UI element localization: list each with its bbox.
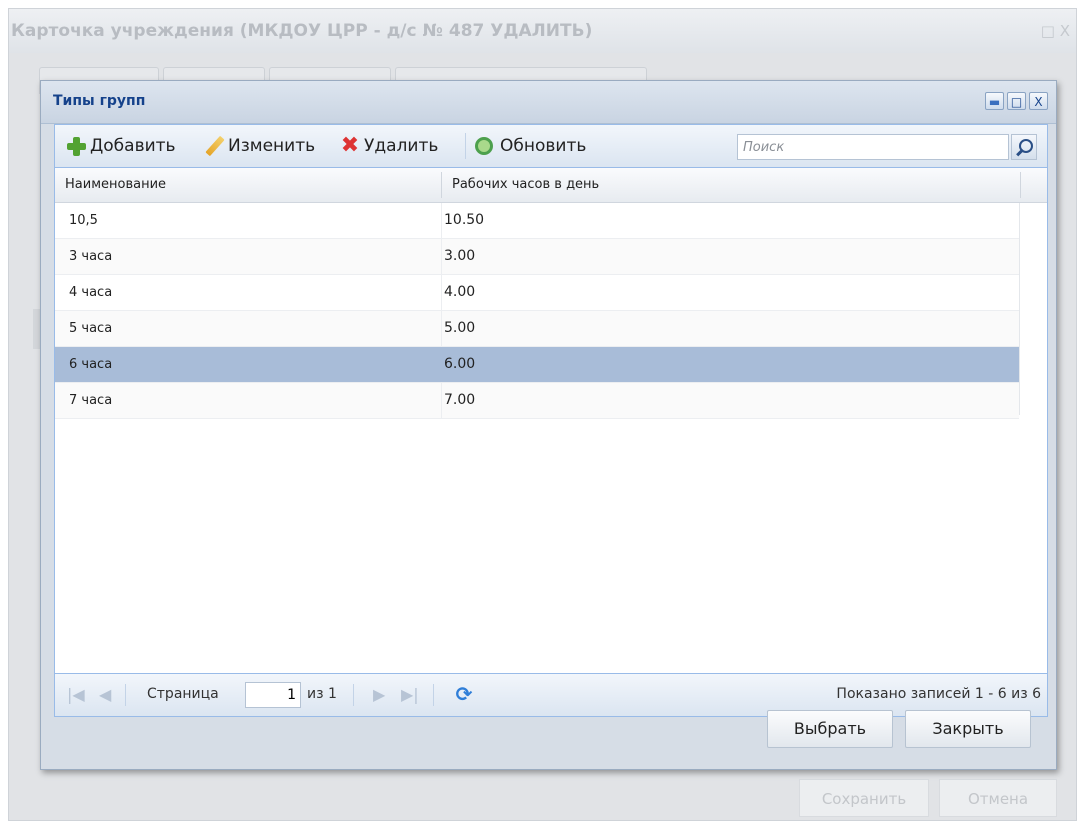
delete-icon: ✖ <box>340 133 360 158</box>
table-row[interactable]: 7 часа 7.00 <box>55 383 1019 419</box>
table-row[interactable]: 10,5 10.50 <box>55 203 1019 239</box>
edit-button-label: Изменить <box>228 136 316 156</box>
group-types-dialog: Типы групп ▬ □ X Добавить Изменить ✖ Уда… <box>40 80 1057 770</box>
cell-hours: 7.00 <box>444 392 476 408</box>
pager-separator <box>125 684 126 706</box>
page-label: Страница <box>147 686 219 702</box>
toolbar-separator <box>465 133 466 159</box>
table-row[interactable]: 5 часа 5.00 <box>55 311 1019 347</box>
pager-separator <box>433 684 434 706</box>
table-row[interactable]: 4 часа 4.00 <box>55 275 1019 311</box>
add-button-label: Добавить <box>90 136 176 156</box>
cell-hours: 4.00 <box>444 284 476 300</box>
refresh-button[interactable]: Обновить <box>475 134 586 158</box>
row-column-separator <box>441 239 442 274</box>
close-button[interactable]: Закрыть <box>905 710 1031 748</box>
cell-name: 4 часа <box>69 285 113 300</box>
grid-scrollbar-gutter <box>1019 203 1048 415</box>
cell-hours: 3.00 <box>444 248 476 264</box>
table-row-selected[interactable]: 6 часа 6.00 <box>55 347 1019 383</box>
close-icon[interactable]: X <box>1029 92 1048 110</box>
pencil-icon <box>203 135 225 157</box>
cell-name: 7 часа <box>69 393 113 408</box>
edit-button[interactable]: Изменить <box>203 134 315 158</box>
add-button[interactable]: Добавить <box>65 134 176 158</box>
cell-hours: 5.00 <box>444 320 476 336</box>
search-box <box>737 134 1009 160</box>
column-separator[interactable] <box>1020 172 1021 198</box>
grid-panel: Добавить Изменить ✖ Удалить Обновить Пои… <box>54 124 1048 717</box>
last-page-icon[interactable]: ▶| <box>401 685 419 704</box>
row-column-separator <box>441 203 442 238</box>
cell-name: 10,5 <box>69 213 98 228</box>
cancel-button[interactable]: Отмена <box>939 779 1057 817</box>
save-button[interactable]: Сохранить <box>799 779 929 817</box>
add-icon <box>65 135 87 157</box>
dialog-header[interactable]: Типы групп ▬ □ X <box>41 81 1056 124</box>
dialog-title: Типы групп <box>53 93 146 109</box>
grid-body: 10,5 10.50 3 часа 3.00 4 часа 4.00 5 час… <box>55 203 1019 419</box>
cell-hours: 6.00 <box>444 356 476 372</box>
grid-header: Наименование Рабочих часов в день <box>55 168 1047 203</box>
paging-toolbar: |◀ ◀ Страница из 1 ▶ ▶| ⟳ Показано запис… <box>55 673 1047 716</box>
cell-hours: 10.50 <box>444 212 485 228</box>
page-count-label: из 1 <box>307 686 337 702</box>
delete-button[interactable]: ✖ Удалить <box>339 133 439 158</box>
background-window-title: Карточка учреждения (МКДОУ ЦРР - д/с № 4… <box>9 9 1076 53</box>
reload-icon[interactable]: ⟳ <box>453 683 475 705</box>
cell-name: 5 часа <box>69 321 113 336</box>
cell-name: 6 часа <box>69 357 113 372</box>
cell-name: 3 часа <box>69 249 113 264</box>
page-number-input[interactable] <box>245 682 301 708</box>
records-info: Показано записей 1 - 6 из 6 <box>836 686 1041 702</box>
background-window-controls[interactable]: □ X <box>1041 9 1070 53</box>
row-column-separator <box>441 383 442 418</box>
row-column-separator <box>441 275 442 310</box>
delete-button-label: Удалить <box>364 136 439 156</box>
minimize-icon[interactable]: ▬ <box>985 92 1004 110</box>
refresh-button-label: Обновить <box>500 136 587 156</box>
background-window-title-text: Карточка учреждения (МКДОУ ЦРР - д/с № 4… <box>11 21 593 41</box>
dialog-window-controls: ▬ □ X <box>985 92 1048 110</box>
table-row[interactable]: 3 часа 3.00 <box>55 239 1019 275</box>
next-page-icon[interactable]: ▶ <box>373 685 385 704</box>
search-input[interactable] <box>738 135 978 159</box>
row-column-separator <box>441 311 442 346</box>
refresh-icon <box>475 137 493 155</box>
column-header-name[interactable]: Наименование <box>55 168 441 202</box>
maximize-icon[interactable]: □ <box>1007 92 1026 110</box>
column-header-hours[interactable]: Рабочих часов в день <box>442 168 1020 202</box>
search-button[interactable] <box>1011 134 1037 160</box>
prev-page-icon[interactable]: ◀ <box>99 685 111 704</box>
pager-separator <box>353 684 354 706</box>
toolbar: Добавить Изменить ✖ Удалить Обновить <box>55 125 1047 168</box>
select-button[interactable]: Выбрать <box>767 710 893 748</box>
first-page-icon[interactable]: |◀ <box>67 685 85 704</box>
